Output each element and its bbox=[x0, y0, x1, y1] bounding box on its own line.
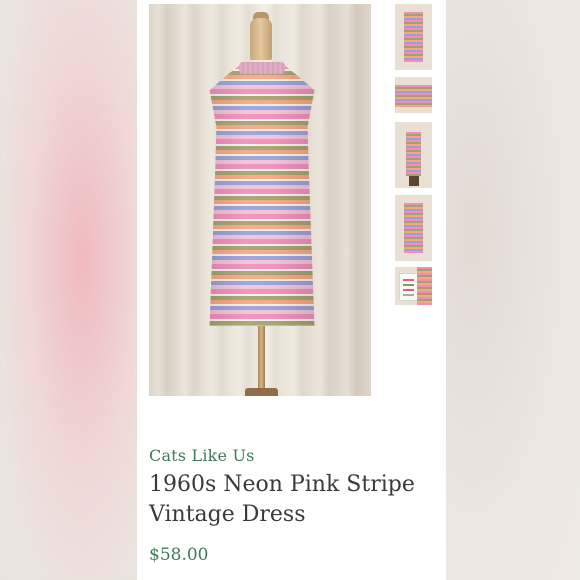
thumbnail-1[interactable] bbox=[395, 4, 432, 70]
thumbnail-stand bbox=[409, 176, 419, 186]
thumbnail-2[interactable] bbox=[395, 77, 432, 113]
mannequin-neck bbox=[250, 18, 272, 60]
dress-collar bbox=[239, 62, 285, 74]
main-product-photo[interactable] bbox=[149, 4, 371, 396]
mannequin-stand-pole bbox=[258, 324, 265, 396]
background-blur-left bbox=[0, 0, 137, 580]
seller-name[interactable]: Cats Like Us bbox=[149, 446, 255, 465]
mannequin-stand-base bbox=[245, 388, 278, 396]
background-blur-right bbox=[446, 0, 580, 580]
thumbnail-fabric bbox=[417, 267, 432, 305]
thumbnail-dress-image bbox=[404, 203, 423, 253]
dress-shading bbox=[209, 64, 315, 326]
product-title: 1960s Neon Pink Stripe Vintage Dress bbox=[149, 472, 415, 527]
thumbnail-price-tag bbox=[399, 273, 419, 301]
thumbnail-dress-image bbox=[406, 132, 421, 176]
thumbnail-dress-image bbox=[404, 12, 423, 62]
product-price: $58.00 bbox=[149, 545, 209, 565]
thumbnail-5[interactable] bbox=[395, 267, 432, 305]
thumbnail-dress-image bbox=[395, 85, 432, 107]
listing-card: Cats Like Us 1960s Neon Pink Stripe Vint… bbox=[137, 0, 446, 580]
thumbnail-3[interactable] bbox=[395, 122, 432, 188]
thumbnail-4[interactable] bbox=[395, 195, 432, 261]
